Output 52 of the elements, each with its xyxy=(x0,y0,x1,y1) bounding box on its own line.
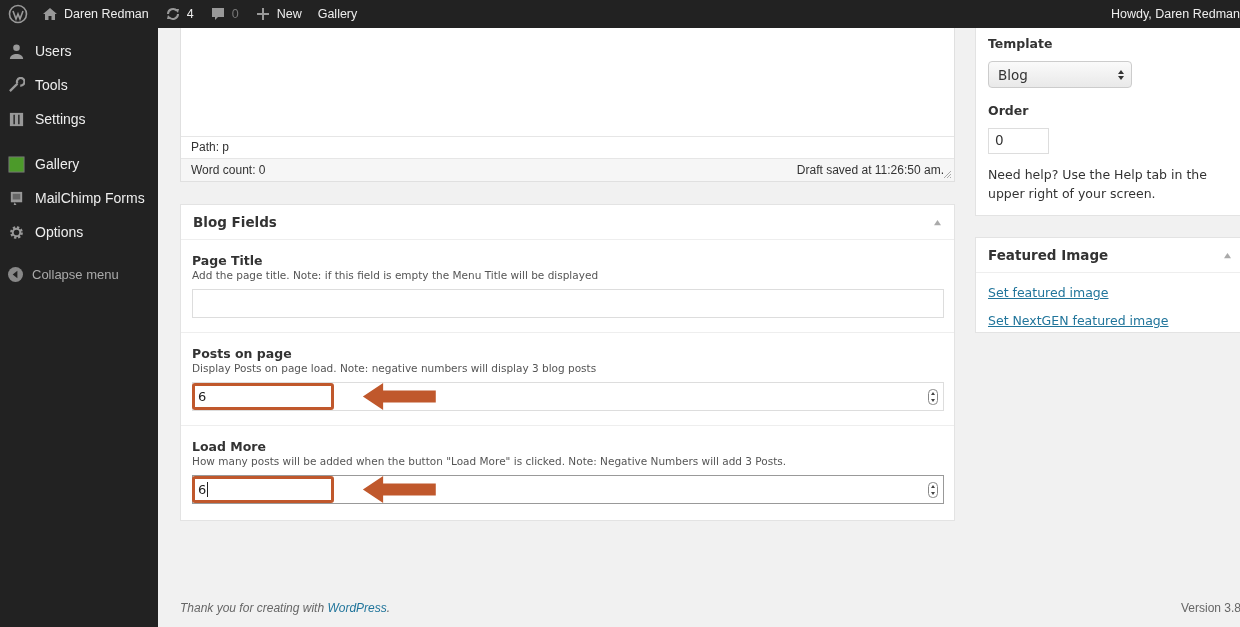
updates-count: 4 xyxy=(186,7,194,21)
word-count: Word count: 0 xyxy=(191,163,266,177)
order-input-field[interactable]: 0 xyxy=(988,128,1049,154)
new-link[interactable]: New xyxy=(276,7,302,21)
template-select[interactable]: Blog xyxy=(988,61,1132,88)
element-path: Path: p xyxy=(191,140,230,154)
sidebar-item[interactable]: Options xyxy=(0,215,158,249)
comment-icon[interactable] xyxy=(209,6,226,22)
text-input-field[interactable] xyxy=(192,289,944,318)
collapse-menu-button[interactable]: Collapse menu xyxy=(0,259,158,289)
square-icon xyxy=(8,155,25,173)
footer-credit: Thank you for creating with WordPress. xyxy=(180,601,391,615)
wordpress-logo-icon[interactable] xyxy=(8,4,28,24)
spinner-icon[interactable] xyxy=(928,481,938,498)
field-description: Add the page title. Note: if this field is empty the Menu Title will be displayed xyxy=(192,269,600,281)
sliders-icon xyxy=(8,110,25,128)
wordpress-link[interactable]: WordPress xyxy=(327,601,387,615)
sidebar-item[interactable]: Settings xyxy=(0,102,158,136)
site-name-link[interactable]: Daren Redman xyxy=(64,7,149,21)
field-label: Posts on page xyxy=(192,346,293,361)
gear-icon xyxy=(8,223,25,241)
order-label: Order xyxy=(988,103,1030,118)
draft-status: Draft saved at 11:26:50 am. xyxy=(796,163,944,177)
field-description: Display Posts on page load. Note: negative numbers will display 3 blog posts xyxy=(192,362,598,374)
wrench-icon xyxy=(8,76,25,94)
help-text: Need help? Use the Help tab in the upper right of your screen. xyxy=(988,166,1208,203)
plus-icon[interactable] xyxy=(254,6,271,22)
sidebar-item[interactable]: Gallery xyxy=(0,147,158,181)
featured-image-link[interactable]: Set NextGEN featured image xyxy=(988,313,1232,328)
person-icon xyxy=(8,42,25,60)
sidebar-item[interactable]: MailChimp Forms xyxy=(0,181,158,215)
gallery-link[interactable]: Gallery xyxy=(317,7,358,21)
field-label: Load More xyxy=(192,439,267,454)
panel-title: Blog Fields xyxy=(193,214,277,230)
greeting-link[interactable]: Howdy, Daren Redman xyxy=(1111,7,1240,21)
sidebar-item[interactable]: Tools xyxy=(0,68,158,102)
version-text: Version 3.8 xyxy=(1180,601,1240,615)
spinner-icon[interactable] xyxy=(928,388,938,405)
refresh-icon[interactable] xyxy=(164,6,181,22)
panel-title: Featured Image xyxy=(988,247,1109,263)
featured-image-link[interactable]: Set featured image xyxy=(988,285,1232,300)
sidebar-item[interactable]: Users xyxy=(0,34,158,68)
number-input-field[interactable]: 6 xyxy=(192,475,944,504)
number-input-field[interactable]: 6 xyxy=(192,382,944,411)
select-arrows-icon xyxy=(1117,68,1125,81)
comments-count: 0 xyxy=(231,7,239,21)
resize-handle-icon[interactable] xyxy=(942,169,952,179)
home-icon xyxy=(42,6,58,22)
field-label: Page Title xyxy=(192,253,264,268)
template-label: Template xyxy=(988,36,1054,51)
field-description: How many posts will be added when the button "Load More" is clicked. Note: Negative Numbers will add 3 Posts. xyxy=(192,455,788,467)
monitor-icon xyxy=(8,189,25,207)
